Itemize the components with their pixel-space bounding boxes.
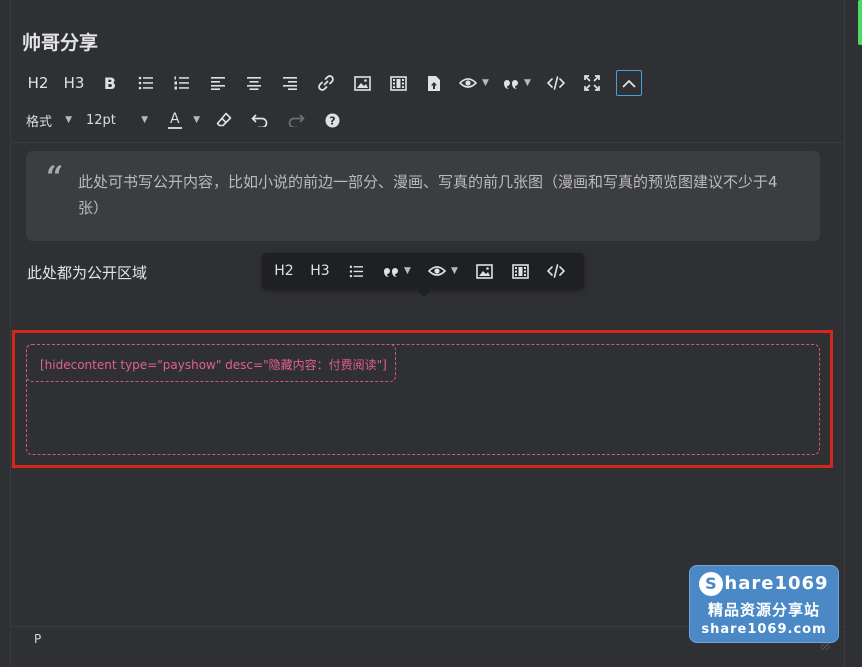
blockquote[interactable]: “ 此处可书写公开内容，比如小说的前边一部分、漫画、写真的前几张图（漫画和写真的… [26,151,820,241]
eye-icon [459,78,478,88]
heading2-button[interactable]: H2 [20,68,56,98]
undo-button[interactable] [242,105,278,135]
format-dropdown[interactable]: 格式 ▼ [20,107,78,133]
fullscreen-icon [584,75,600,91]
insert-image-button[interactable] [344,68,380,98]
quote-icon [504,80,519,89]
text-color-icon: A [168,110,182,129]
toolbar-row-main: H2 H3 B ▼ ▼ [20,68,642,98]
float-source-code-button[interactable] [538,253,574,289]
bold-button[interactable]: B [92,68,128,98]
watermark-brand: hare1069 [724,573,829,594]
font-size-dropdown[interactable]: 12pt ▼ [80,107,154,133]
chevron-down-icon: ▼ [451,266,458,276]
blockquote-dropdown[interactable]: ▼ [496,68,538,98]
float-heading3-button[interactable]: H3 [302,253,338,289]
font-size-value: 12pt [86,112,116,128]
eye-icon [428,266,447,276]
video-film-icon [389,75,407,91]
watermark-line1: S hare1069 [699,571,829,596]
redo-button[interactable] [278,105,314,135]
hidecontent-shortcode[interactable]: [hidecontent type="payshow" desc="隐藏内容：付… [26,344,396,382]
chevron-down-icon: ▼ [193,115,200,125]
upload-file-button[interactable] [416,68,452,98]
bullet-list-button[interactable] [128,68,164,98]
insert-video-button[interactable] [380,68,416,98]
watermark-domain: share1069.com [701,621,827,637]
fullscreen-button[interactable] [574,68,610,98]
align-center-button[interactable] [236,68,272,98]
insert-link-button[interactable] [308,68,344,98]
redo-icon [288,114,305,127]
chevron-down-icon: ▼ [65,115,72,125]
code-icon [547,76,565,90]
watermark-logo-icon: S [699,571,724,596]
site-watermark: S hare1069 精品资源分享站 share1069.com [689,565,839,643]
heading3-button[interactable]: H3 [56,68,92,98]
text-color-dropdown[interactable]: A ▼ [162,107,206,133]
float-insert-image-button[interactable] [466,253,502,289]
source-code-button[interactable] [538,68,574,98]
editor-title: 帅哥分享 [22,32,99,54]
image-icon [475,263,493,279]
numbered-list-button[interactable] [164,68,200,98]
link-icon [318,75,334,91]
chevron-down-icon: ▼ [482,78,489,88]
float-insert-video-button[interactable] [502,253,538,289]
collapse-toolbar-button[interactable] [616,70,642,96]
toolbar-row-secondary: 格式 ▼ 12pt ▼ A ▼ ? [20,106,350,134]
chevron-down-icon: ▼ [524,78,531,88]
float-blockquote-dropdown[interactable]: ▼ [374,253,420,289]
bullet-list-icon [138,76,153,90]
image-icon [353,75,371,91]
align-right-icon [283,77,297,90]
video-film-icon [511,263,529,279]
float-visibility-dropdown[interactable]: ▼ [420,253,466,289]
align-left-button[interactable] [200,68,236,98]
undo-icon [251,114,268,127]
float-bullet-list-button[interactable] [338,253,374,289]
code-icon [547,264,565,278]
float-heading2-button[interactable]: H2 [266,253,302,289]
public-paragraph[interactable]: 此处都为公开区域 [27,262,147,283]
blockquote-text: 此处可书写公开内容，比如小说的前边一部分、漫画、写真的前几张图（漫画和写真的预览… [78,173,778,217]
numbered-list-icon [174,76,189,90]
floating-toolbar-pointer [416,289,432,297]
align-center-icon [247,77,261,90]
clear-format-button[interactable] [206,105,242,135]
svg-text:?: ? [329,114,335,127]
file-upload-icon [428,75,440,91]
help-icon: ? [325,113,339,127]
chevron-down-icon: ▼ [141,115,148,125]
eraser-icon [216,112,232,127]
watermark-slogan: 精品资源分享站 [707,600,820,619]
visibility-dropdown[interactable]: ▼ [452,68,496,98]
format-label: 格式 [26,114,53,130]
align-right-button[interactable] [272,68,308,98]
quote-icon [384,268,399,277]
chevron-down-icon: ▼ [404,266,411,276]
toolbar-divider [11,142,844,143]
chevron-up-icon [622,79,636,88]
quote-mark-icon: “ [46,160,64,195]
side-indicator [858,0,862,45]
floating-toolbar: H2 H3 ▼ ▼ [262,253,584,289]
help-button[interactable]: ? [314,105,350,135]
element-path[interactable]: P [34,632,41,646]
align-left-icon [211,77,225,90]
bullet-list-icon [349,265,363,277]
